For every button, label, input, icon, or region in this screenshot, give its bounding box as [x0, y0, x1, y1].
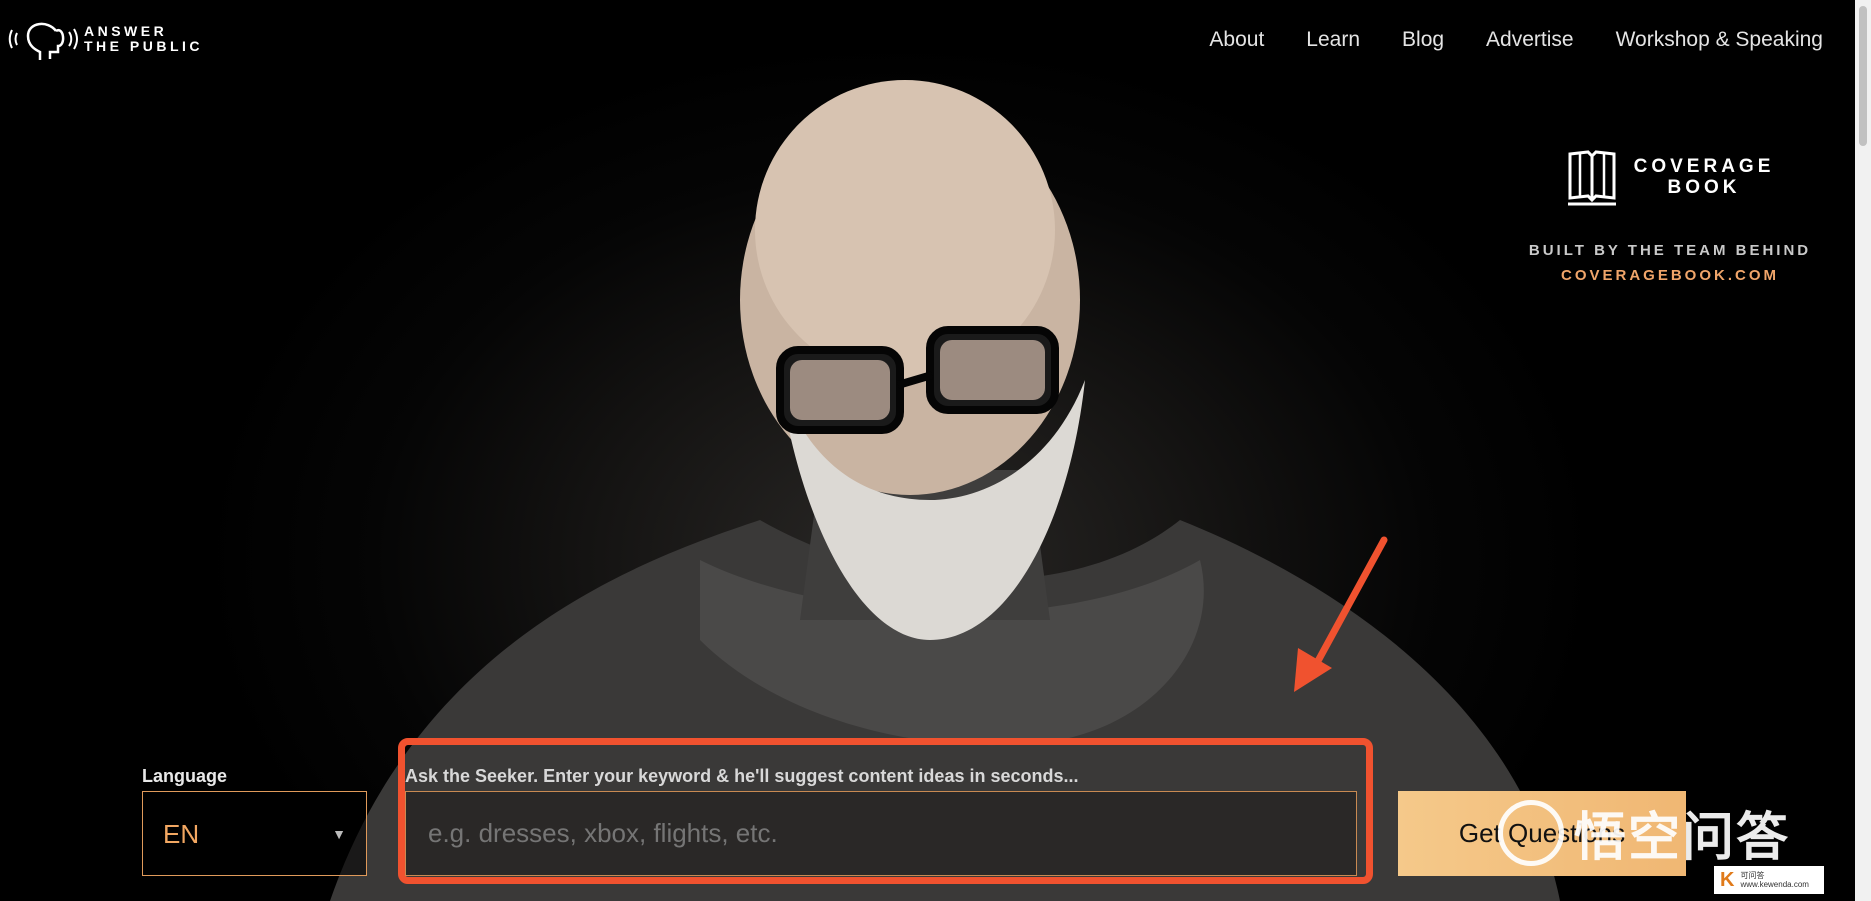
logo-line-2: THE PUBLIC	[84, 38, 203, 54]
coveragebook-promo[interactable]: COVERAGE BOOK BUILT BY THE TEAM BEHIND C…	[1520, 148, 1820, 284]
site-logo[interactable]: ANSWER THE PUBLIC	[8, 16, 203, 62]
open-book-icon	[1567, 150, 1616, 206]
promo-tagline: BUILT BY THE TEAM BEHIND	[1528, 242, 1812, 259]
language-select[interactable]: EN ▼	[142, 791, 367, 876]
nav-learn[interactable]: Learn	[1306, 28, 1360, 52]
page-scrollbar[interactable]	[1855, 0, 1871, 901]
language-label: Language	[142, 766, 228, 786]
nav-about[interactable]: About	[1209, 28, 1264, 52]
nav-advertise[interactable]: Advertise	[1486, 28, 1574, 52]
logo-line-1: ANSWER	[84, 23, 168, 39]
promo-brand-line-2: BOOK	[1667, 177, 1741, 198]
watermark-logo-icon	[1498, 799, 1564, 866]
nav-blog[interactable]: Blog	[1402, 28, 1444, 52]
promo-brand-line-1: COVERAGE	[1633, 156, 1775, 177]
wukong-watermark: 悟空问答	[1498, 795, 1790, 870]
badge-url: www.kewenda.com	[1740, 880, 1809, 889]
speaking-head-icon	[8, 22, 78, 60]
logo-wordmark: ANSWER THE PUBLIC	[84, 24, 203, 54]
badge-letter: K	[1720, 868, 1735, 891]
keyword-input[interactable]	[428, 818, 1328, 849]
keyword-field[interactable]	[405, 791, 1357, 876]
scrollbar-thumb[interactable]	[1859, 6, 1867, 146]
language-value: EN	[163, 819, 200, 849]
caret-down-icon: ▼	[332, 826, 346, 842]
badge-site: 可问答 www.kewenda.com	[1740, 871, 1808, 889]
badge-text: 可问答	[1740, 871, 1765, 880]
main-nav: About Learn Blog Advertise Workshop & Sp…	[1209, 28, 1823, 52]
query-label: Ask the Seeker. Enter your keyword & he'…	[405, 766, 1079, 786]
promo-link[interactable]: COVERAGEBOOK.COM	[1520, 267, 1820, 284]
coveragebook-logo: COVERAGE BOOK	[1520, 148, 1820, 206]
nav-workshop-speaking[interactable]: Workshop & Speaking	[1616, 28, 1823, 52]
coveragebook-wordmark: COVERAGE BOOK	[1634, 156, 1775, 198]
kewenda-badge: K 可问答 www.kewenda.com	[1714, 866, 1824, 894]
annotation-arrow	[1294, 536, 1388, 692]
watermark-text: 悟空问答	[1574, 808, 1791, 868]
